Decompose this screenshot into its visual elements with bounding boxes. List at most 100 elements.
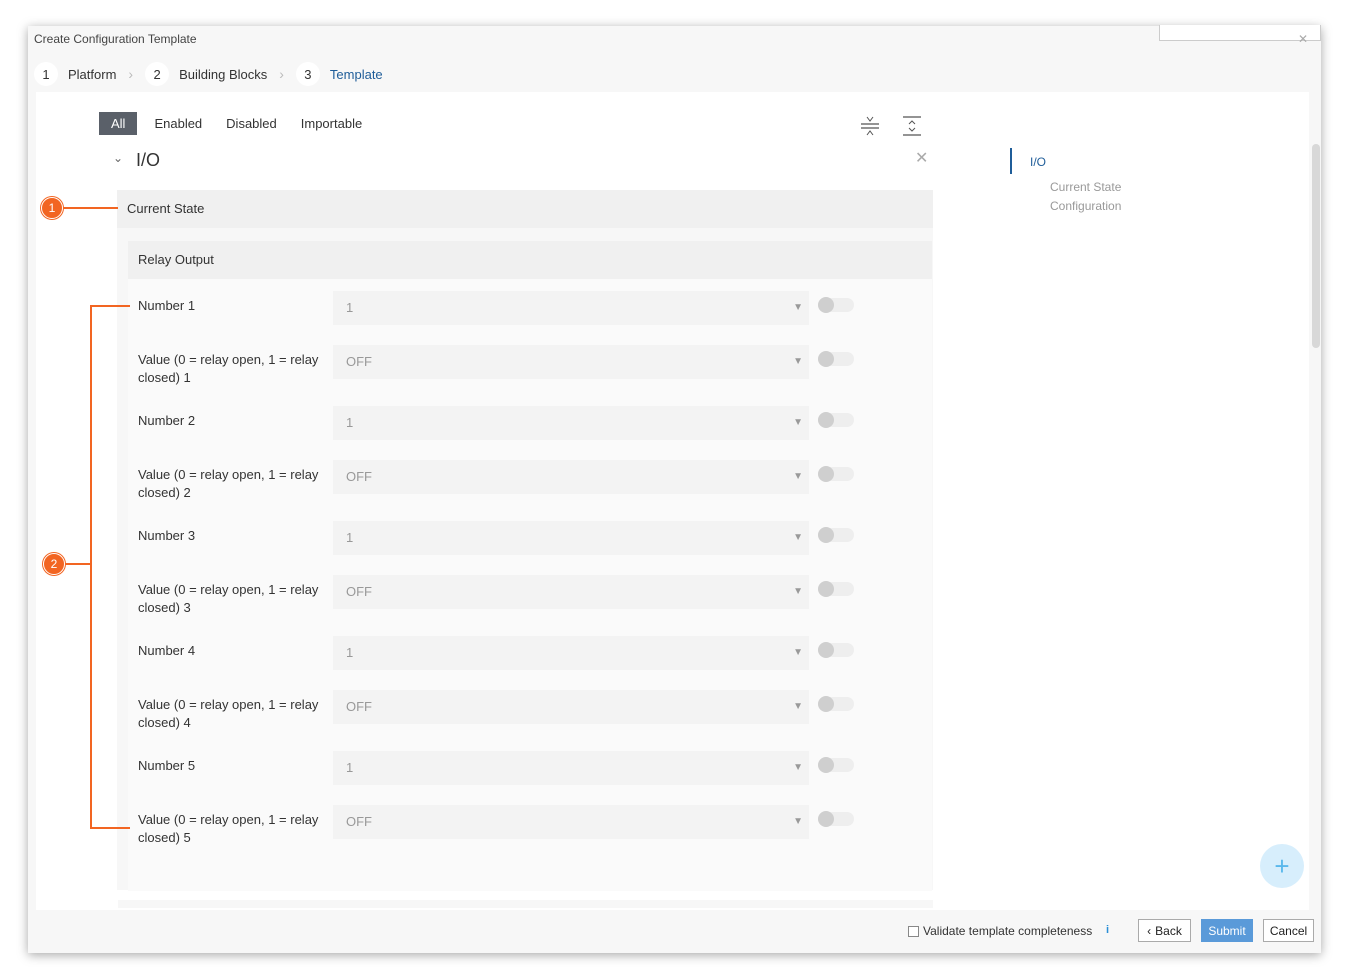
nav-active-indicator [1010,148,1012,174]
nav-item-current-state[interactable]: Current State [1050,178,1190,197]
callout-two-top-tick [90,305,130,307]
select-value: OFF [346,584,372,599]
field-label: Number 1 [138,298,196,313]
filter-tabs: All Enabled Disabled Importable [99,112,379,135]
field-select[interactable]: OFF ▼ [333,345,809,379]
dropdown-arrow-icon: ▼ [793,356,803,367]
enable-toggle[interactable] [818,696,854,712]
dropdown-arrow-icon: ▼ [793,471,803,482]
close-icon[interactable]: ✕ [1298,32,1308,46]
filter-enabled[interactable]: Enabled [147,112,209,135]
callout-two-badge: 2 [43,553,65,575]
toggle-knob [818,297,834,313]
toggle-knob [818,696,834,712]
dropdown-arrow-icon: ▼ [793,586,803,597]
field-select[interactable]: OFF ▼ [333,575,809,609]
enable-toggle[interactable] [818,811,854,827]
field-label: Number 5 [138,758,196,773]
enable-toggle[interactable] [818,351,854,367]
enable-toggle[interactable] [818,581,854,597]
section-header[interactable]: Current State [117,190,933,228]
field-select[interactable]: OFF ▼ [333,805,809,839]
nav-item-configuration[interactable]: Configuration [1050,197,1190,216]
validate-checkbox[interactable] [908,925,919,937]
subsection-header[interactable]: Relay Output [128,241,932,279]
field-select[interactable]: 1 ▼ [333,406,809,440]
validate-checkbox-row[interactable]: Validate template completeness [908,924,1092,938]
back-button[interactable]: ‹ Back [1138,919,1191,942]
toggle-knob [818,581,834,597]
select-value: 1 [346,645,354,660]
cancel-button[interactable]: Cancel [1263,919,1314,942]
toggle-knob [818,412,834,428]
scrollbar[interactable] [1312,144,1320,348]
toggle-knob [818,351,834,367]
field-select[interactable]: OFF ▼ [333,690,809,724]
step-label: Building Blocks [179,66,268,82]
card-header: ⌄ I/O ✕ [97,148,944,172]
step-label: Template [329,66,383,82]
field-select[interactable]: OFF ▼ [333,460,809,494]
step-number: 3 [295,62,320,86]
add-button[interactable]: + [1260,844,1304,888]
io-card: ⌄ I/O ✕ Current State Relay Output Numbe… [97,148,944,908]
nav-item-io[interactable]: I/O [1030,155,1046,169]
relay-output-section: Relay Output Number 1 1 ▼ Value (0 = rela… [128,241,932,891]
field-select[interactable]: 1 ▼ [333,291,809,325]
filter-all[interactable]: All [99,112,138,135]
field-label: Value (0 = relay open, 1 = relay closed)… [138,467,319,500]
main-content: All Enabled Disabled Importable ⌄ I/O ✕ [36,92,1309,910]
dropdown-arrow-icon: ▼ [793,647,803,658]
toggle-knob [818,811,834,827]
validate-label: Validate template completeness [923,924,1093,938]
callout-one-line [62,207,118,209]
step-building-blocks[interactable]: 2 Building Blocks [145,62,267,86]
toggle-knob [818,466,834,482]
field-select[interactable]: 1 ▼ [333,751,809,785]
select-value: OFF [346,469,372,484]
step-platform[interactable]: 1 Platform [34,62,116,86]
filter-disabled[interactable]: Disabled [219,112,284,135]
callout-two-bottom-tick [90,827,130,829]
close-icon[interactable]: ✕ [915,148,928,168]
field-label: Value (0 = relay open, 1 = relay closed)… [138,352,319,385]
enable-toggle[interactable] [818,412,854,428]
enable-toggle[interactable] [818,297,854,313]
dropdown-arrow-icon: ▼ [793,417,803,428]
field-select[interactable]: 1 ▼ [333,521,809,555]
dropdown-arrow-icon: ▼ [793,701,803,712]
field-label: Number 3 [138,528,196,543]
field-label: Value (0 = relay open, 1 = relay closed)… [138,582,319,615]
back-label: Back [1155,923,1182,938]
select-value: 1 [346,530,354,545]
chevron-down-icon[interactable]: ⌄ [113,151,123,165]
select-value: 1 [346,760,354,775]
enable-toggle[interactable] [818,466,854,482]
dialog-footer: Validate template completeness i ‹ Back S… [28,916,1321,946]
step-number: 2 [145,62,170,86]
field-select[interactable]: 1 ▼ [333,636,809,670]
enable-toggle[interactable] [818,527,854,543]
info-icon[interactable]: i [1106,924,1109,936]
dialog-title: Create Configuration Template [34,32,197,46]
field-label: Number 2 [138,413,196,428]
filter-importable[interactable]: Importable [294,112,369,135]
step-number: 1 [34,62,58,86]
select-value: OFF [346,814,372,829]
dropdown-arrow-icon: ▼ [793,816,803,827]
chevron-right-icon: › [128,66,134,82]
field-label: Value (0 = relay open, 1 = relay closed)… [138,697,319,730]
expand-all-icon[interactable] [901,115,923,137]
dropdown-arrow-icon: ▼ [793,762,803,773]
submit-button[interactable]: Submit [1201,919,1253,942]
chevron-left-icon: ‹ [1147,923,1152,938]
enable-toggle[interactable] [818,642,854,658]
field-label: Value (0 = relay open, 1 = relay closed)… [138,812,319,845]
toggle-knob [818,757,834,773]
step-template[interactable]: 3 Template [295,62,383,86]
chevron-right-icon: › [279,66,284,82]
enable-toggle[interactable] [818,757,854,773]
collapse-all-icon[interactable] [859,115,881,137]
search-input[interactable] [1159,25,1321,41]
select-value: 1 [346,300,354,315]
